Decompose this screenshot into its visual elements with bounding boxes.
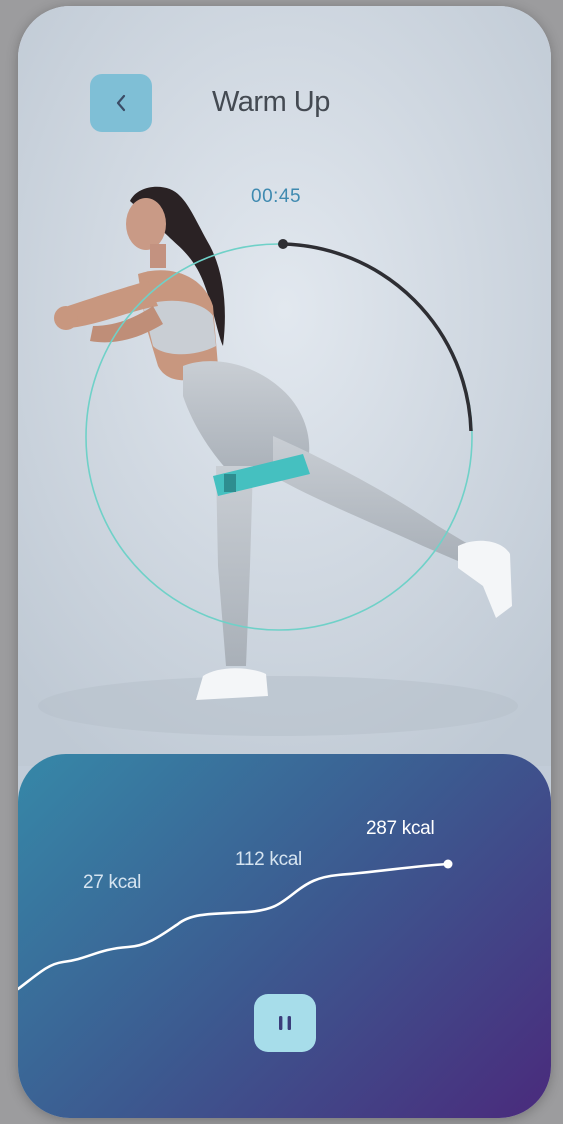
calorie-label-1: 27 kcal bbox=[83, 872, 142, 893]
calorie-label-2: 112 kcal bbox=[235, 849, 302, 870]
current-calorie-point bbox=[443, 859, 453, 869]
pause-icon bbox=[279, 1016, 291, 1030]
calorie-panel: 27 kcal 112 kcal 287 kcal bbox=[18, 754, 551, 1118]
timer-readout: 00:45 bbox=[251, 186, 302, 207]
pause-button[interactable] bbox=[254, 994, 316, 1052]
workout-screen: Warm Up 00:45 27 kcal 112 kcal 287 kcal bbox=[18, 6, 551, 1118]
page-title: Warm Up bbox=[212, 86, 330, 118]
calorie-burn-curve bbox=[18, 859, 453, 991]
back-button[interactable] bbox=[90, 74, 152, 132]
chevron-left-icon bbox=[116, 94, 126, 112]
calorie-label-3: 287 kcal bbox=[366, 818, 435, 839]
